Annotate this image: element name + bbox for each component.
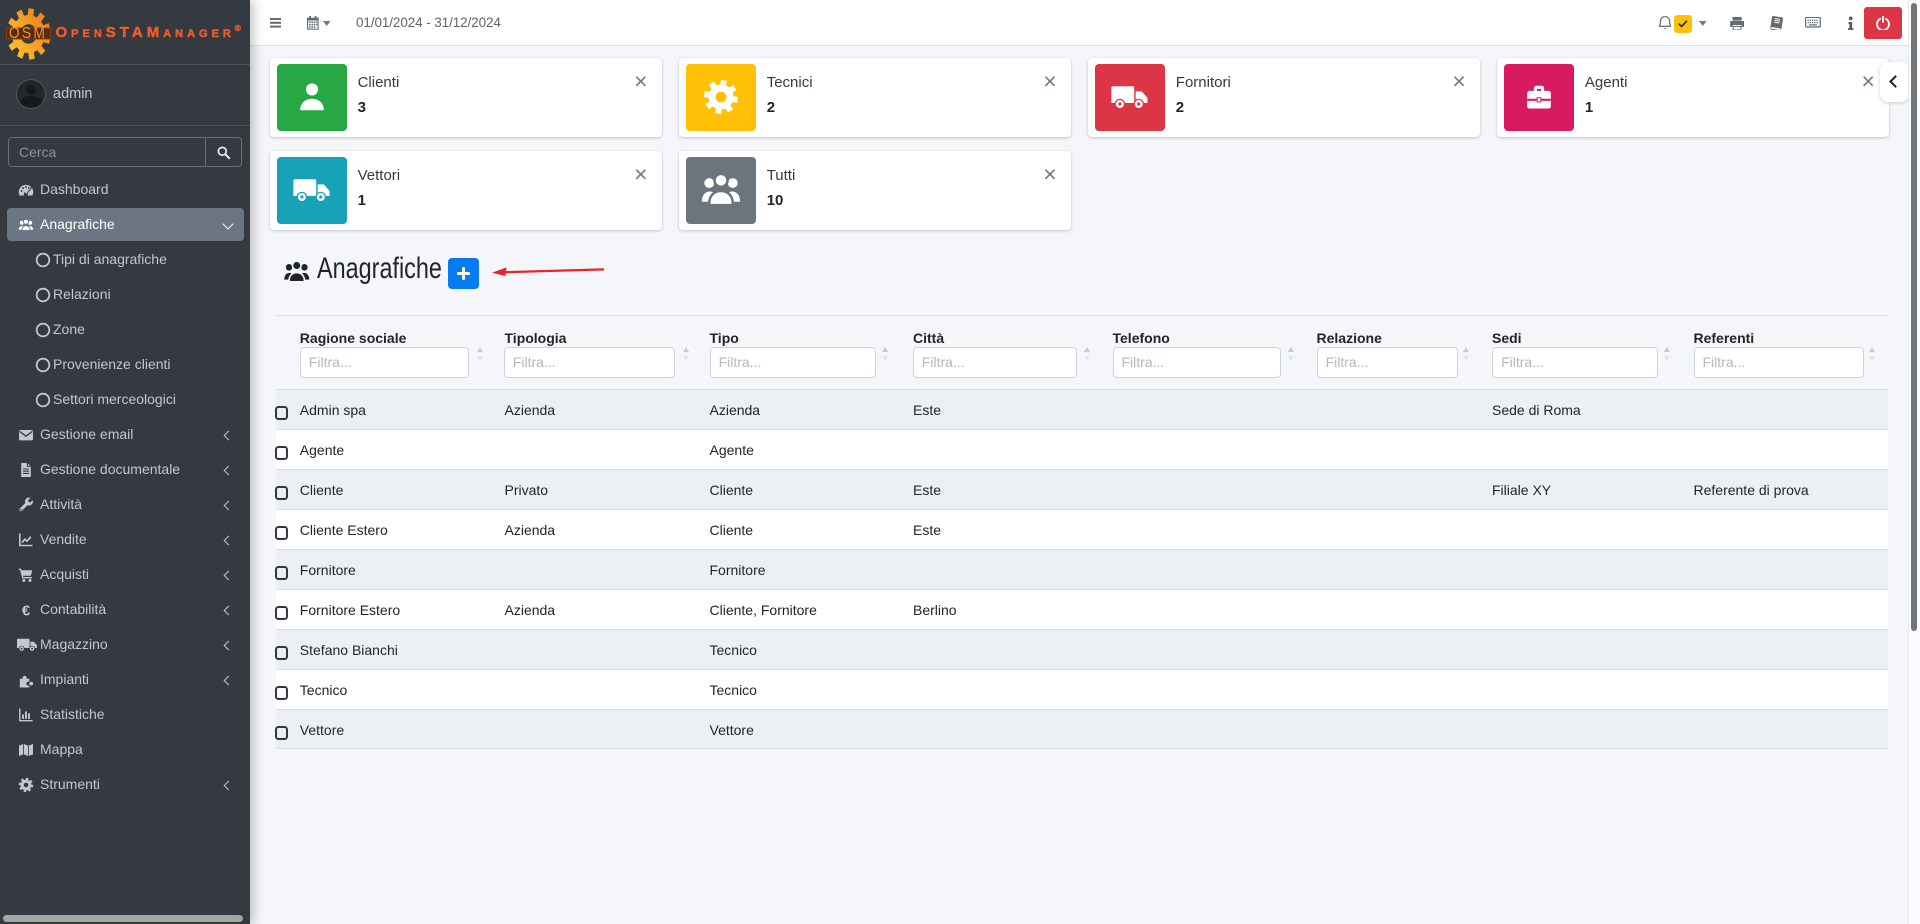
svg-text:OSM: OSM [9, 25, 47, 42]
svg-text:€: € [22, 602, 31, 618]
